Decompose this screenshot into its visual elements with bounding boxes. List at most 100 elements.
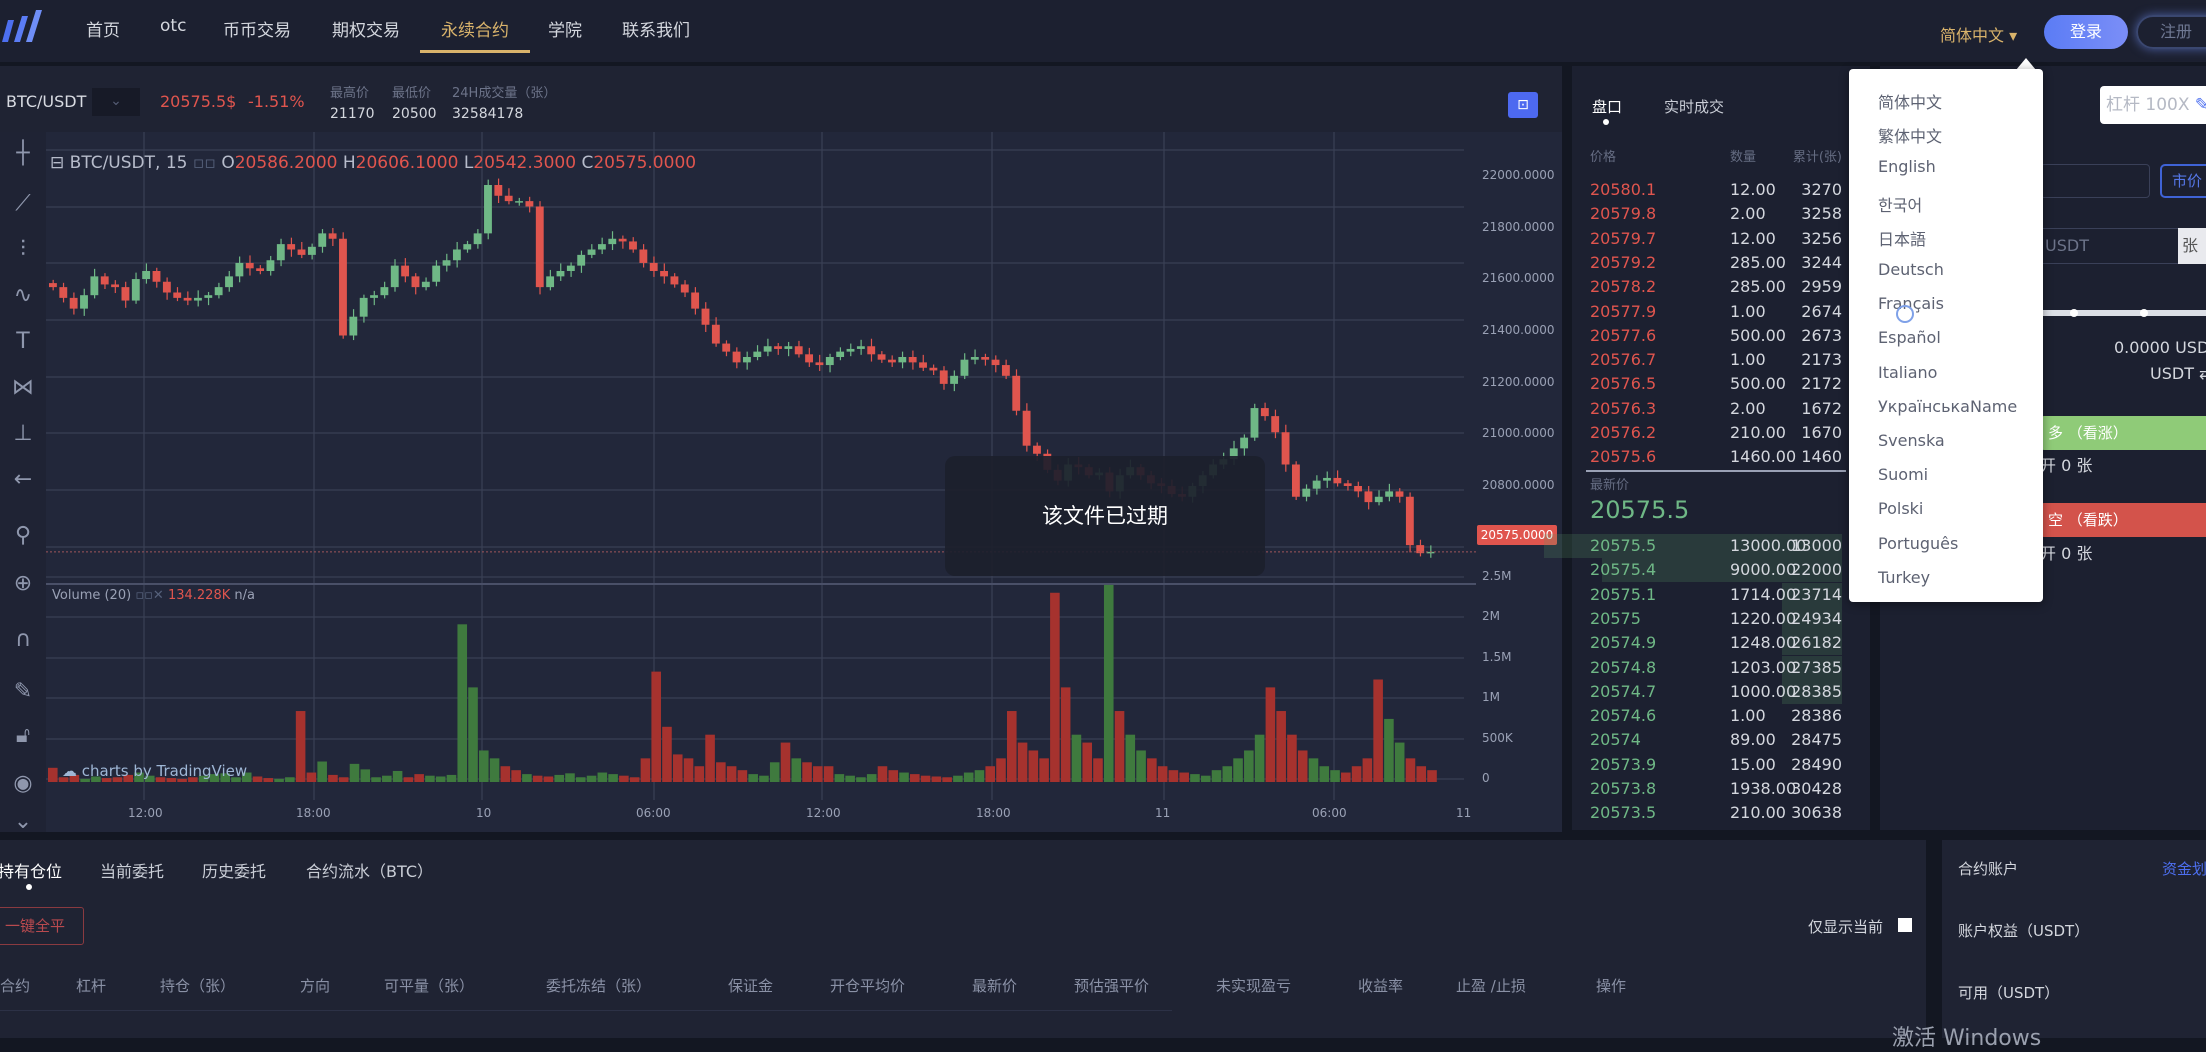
order-book-row[interactable]: 20577.91.002674: [1572, 300, 1870, 324]
pitchfork-icon[interactable]: ⫶: [0, 230, 46, 270]
icon-tools-icon[interactable]: ⚲: [0, 516, 46, 556]
language-option[interactable]: Italiano: [1878, 363, 1937, 382]
order-book-row[interactable]: 20579.2285.003244: [1572, 251, 1870, 275]
order-book-row[interactable]: 20573.5210.0030638: [1572, 801, 1870, 825]
order-book-row[interactable]: 20579.82.003258: [1572, 202, 1870, 226]
column-header[interactable]: 杠杆: [76, 975, 106, 996]
order-book-row[interactable]: 20574.61.0028386: [1572, 704, 1870, 728]
trend-line-icon[interactable]: ⟋: [0, 184, 46, 224]
order-book-row[interactable]: 20575.49000.0022000: [1572, 558, 1870, 582]
tab-contract-ledger[interactable]: 合约流水（BTC）: [306, 858, 433, 882]
tab-positions[interactable]: 持有仓位: [0, 858, 62, 882]
crosshair-icon[interactable]: ┼: [0, 134, 46, 174]
pattern-icon[interactable]: ⋈: [0, 368, 46, 408]
column-header[interactable]: 预估强平价: [1074, 975, 1149, 996]
order-book-row[interactable]: 20574.81203.0027385: [1572, 656, 1870, 680]
order-book-row[interactable]: 20576.5500.002172: [1572, 372, 1870, 396]
tab-order-history[interactable]: 历史委托: [202, 858, 266, 882]
sell-short-button[interactable]: 空 （看跌）: [2040, 503, 2206, 537]
amount-input[interactable]: USDT: [2040, 228, 2180, 264]
order-book-row[interactable]: 20579.712.003256: [1572, 227, 1870, 251]
arrow-left-icon[interactable]: ←: [0, 460, 46, 500]
measure-icon[interactable]: ⊥: [0, 414, 46, 454]
unit-button[interactable]: 张: [2178, 228, 2206, 264]
tradingview-watermark[interactable]: ☁ charts by TradingView: [62, 762, 247, 780]
magnet-icon[interactable]: ∩: [0, 620, 46, 660]
pair-dropdown-chevron-icon[interactable]: ⌄: [92, 88, 140, 116]
language-option[interactable]: Polski: [1878, 499, 1923, 518]
order-book-row[interactable]: 205751220.0024934: [1572, 607, 1870, 631]
order-book-row[interactable]: 20580.112.003270: [1572, 178, 1870, 202]
language-option[interactable]: Español: [1878, 328, 1941, 347]
order-book-row[interactable]: 20576.71.002173: [1572, 348, 1870, 372]
nav-spot-trading[interactable]: 币币交易: [223, 16, 291, 41]
language-option[interactable]: Turkey: [1878, 568, 1930, 587]
column-header[interactable]: 未实现盈亏: [1216, 975, 1291, 996]
indicator-buttons-icon[interactable]: ▫▫✕: [135, 588, 168, 603]
language-option[interactable]: Suomi: [1878, 465, 1928, 484]
zoom-in-icon[interactable]: ⊕: [0, 564, 46, 604]
column-header[interactable]: 保证金: [728, 975, 773, 996]
chart-settings-icon[interactable]: ⊟: [50, 153, 70, 173]
market-price-button[interactable]: 市价: [2160, 164, 2206, 198]
close-all-button[interactable]: 一键全平: [0, 907, 84, 945]
amount-slider[interactable]: [2040, 310, 2206, 316]
order-book-row[interactable]: 20575.61460.001460: [1572, 445, 1870, 469]
language-option[interactable]: УкраїнськаName: [1878, 397, 2017, 416]
column-header[interactable]: 可平量（张）: [384, 975, 474, 996]
order-book-row[interactable]: 20575.513000.0013000: [1572, 534, 1870, 558]
order-book-row[interactable]: 20573.81938.0030428: [1572, 777, 1870, 801]
leverage-selector[interactable]: 杠杆 100X ✎: [2100, 86, 2206, 124]
order-book-row[interactable]: 20575.11714.0023714: [1572, 583, 1870, 607]
eye-icon[interactable]: ◉: [0, 764, 46, 804]
slider-mark[interactable]: [2140, 309, 2148, 317]
brush-icon[interactable]: ∿: [0, 276, 46, 316]
order-book-row[interactable]: 20577.6500.002673: [1572, 324, 1870, 348]
buy-long-button[interactable]: 多 （看涨）: [2040, 416, 2206, 450]
column-header[interactable]: 最新价: [972, 975, 1017, 996]
order-book-row[interactable]: 2057489.0028475: [1572, 728, 1870, 752]
tab-recent-trades[interactable]: 实时成交: [1664, 96, 1724, 117]
order-book-row[interactable]: 20578.2285.002959: [1572, 275, 1870, 299]
nav-options-trading[interactable]: 期权交易: [332, 16, 400, 41]
column-header[interactable]: 收益率: [1358, 975, 1403, 996]
order-book-row[interactable]: 20574.71000.0028385: [1572, 680, 1870, 704]
available-unit[interactable]: USDT ⇄: [2150, 364, 2206, 383]
language-option[interactable]: Deutsch: [1878, 260, 1944, 279]
fullscreen-icon[interactable]: ⊡: [1508, 92, 1538, 118]
language-selector[interactable]: 简体中文 ▾: [1940, 22, 2017, 46]
nav-home[interactable]: 首页: [86, 16, 120, 41]
fund-transfer-link[interactable]: 资金划转: [2162, 858, 2206, 879]
column-header[interactable]: 开仓平均价: [830, 975, 905, 996]
order-book-row[interactable]: 20576.2210.001670: [1572, 421, 1870, 445]
column-header[interactable]: 操作: [1596, 975, 1626, 996]
language-option[interactable]: 繁体中文: [1878, 123, 1942, 147]
order-book-row[interactable]: 20574.91248.0026182: [1572, 631, 1870, 655]
order-book-row[interactable]: 20576.32.001672: [1572, 397, 1870, 421]
column-header[interactable]: 方向: [300, 975, 330, 996]
language-option[interactable]: 日本語: [1878, 226, 1926, 250]
legend-buttons-icon[interactable]: ▫▫: [193, 153, 221, 173]
register-button[interactable]: 注册: [2136, 15, 2206, 49]
nav-contact-us[interactable]: 联系我们: [622, 16, 690, 41]
tab-open-orders[interactable]: 当前委托: [100, 858, 164, 882]
nav-perpetual-contract[interactable]: 永续合约: [441, 16, 509, 41]
tab-order-book[interactable]: 盘口: [1592, 96, 1622, 117]
lock-drawing-icon[interactable]: ✎: [0, 672, 46, 712]
logo-icon[interactable]: [0, 8, 48, 48]
login-button[interactable]: 登录: [2044, 15, 2128, 49]
chevron-down-icon[interactable]: ⌄: [0, 802, 46, 842]
text-icon[interactable]: T: [0, 322, 46, 362]
nav-academy[interactable]: 学院: [548, 16, 582, 41]
language-option[interactable]: Svenska: [1878, 431, 1945, 450]
price-input[interactable]: [2040, 164, 2150, 198]
language-option[interactable]: Português: [1878, 534, 1958, 553]
language-option[interactable]: English: [1878, 157, 1936, 176]
column-header[interactable]: 合约: [0, 975, 30, 996]
order-book-row[interactable]: 20573.915.0028490: [1572, 753, 1870, 777]
slider-mark[interactable]: [2070, 309, 2078, 317]
column-header[interactable]: 委托冻结（张）: [546, 975, 651, 996]
column-header[interactable]: 持仓（张）: [160, 975, 235, 996]
language-option[interactable]: 한국어: [1878, 192, 1922, 216]
show-current-checkbox[interactable]: [1898, 918, 1912, 932]
